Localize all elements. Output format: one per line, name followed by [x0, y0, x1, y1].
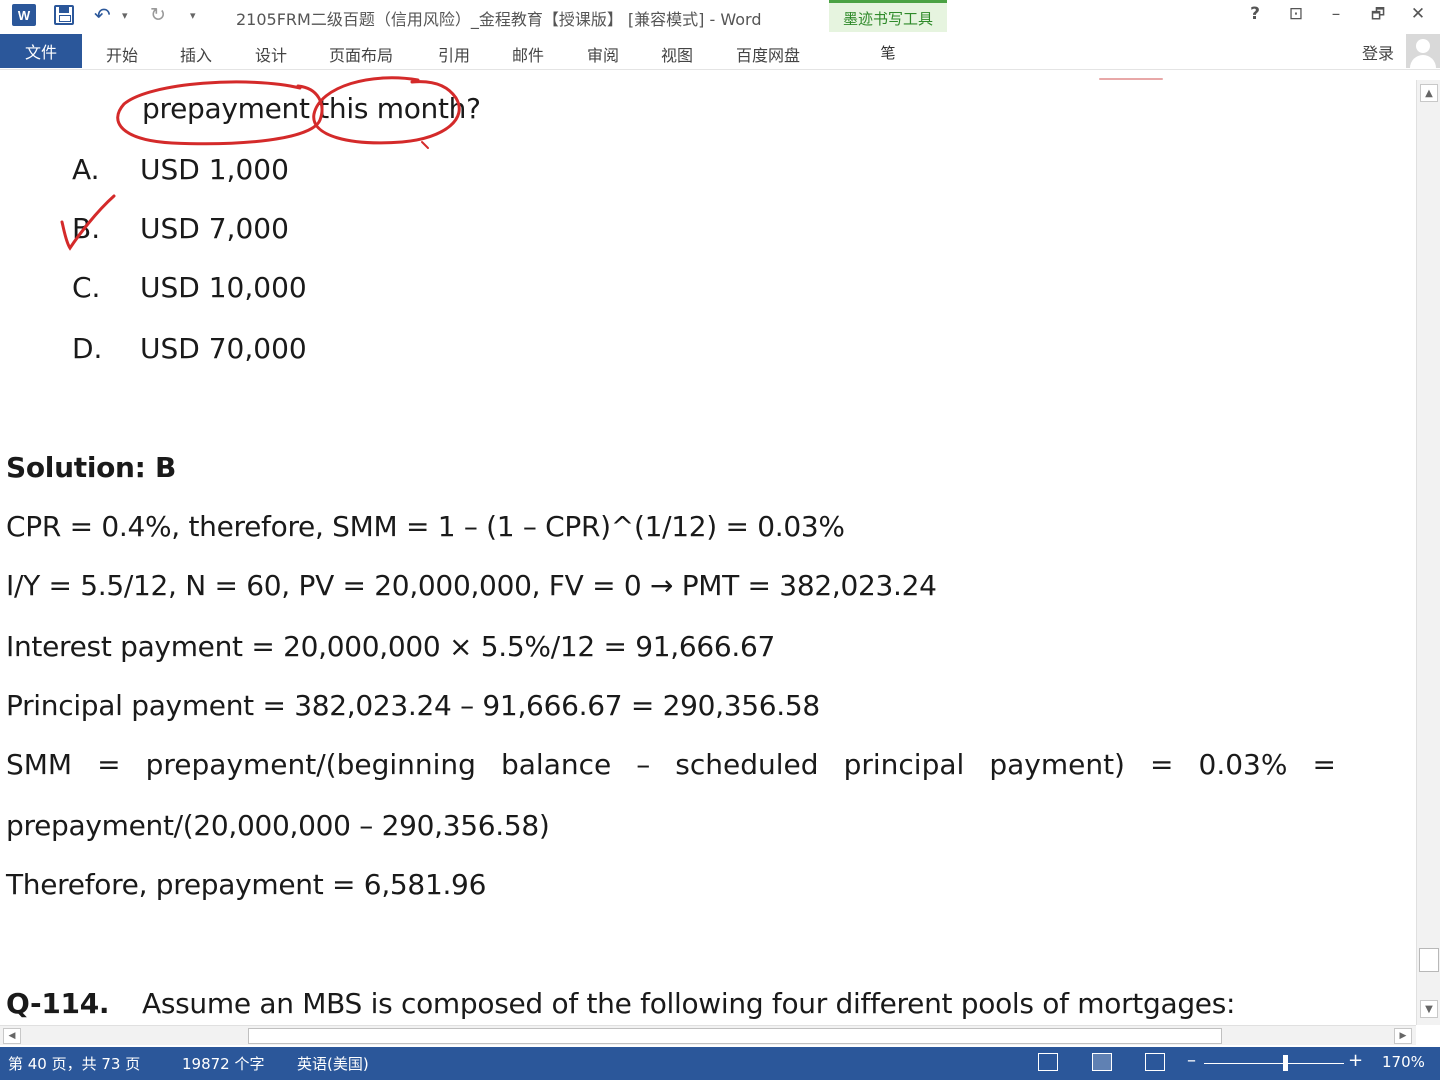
document-page[interactable]: prepayment this month? A. USD 1,000 B. U… [0, 70, 1416, 1025]
option-a-letter: A. [72, 153, 100, 186]
zoom-slider[interactable] [1204, 1063, 1344, 1064]
solution-line-cpr: CPR = 0.4%, therefore, SMM = 1 – (1 – CP… [6, 510, 845, 543]
smm-word: scheduled [675, 748, 819, 781]
smm-word: prepayment/(beginning [145, 748, 476, 781]
option-c-letter: C. [72, 271, 101, 304]
option-d-letter: D. [72, 332, 103, 365]
title-bar: W ↶ ▾ ↻ ▾ 2105FRM二级百题（信用风险）_金程教育【授课版】 [兼… [0, 0, 1440, 69]
ribbon-display-options-icon[interactable]: ⊡ [1281, 4, 1311, 24]
horizontal-scroll-thumb[interactable] [248, 1028, 1222, 1044]
close-icon[interactable]: ✕ [1403, 4, 1433, 24]
tab-baidu-netdisk[interactable]: 百度网盘 [736, 42, 800, 66]
word-count-status[interactable]: 19872 个字 [182, 1053, 265, 1074]
zoom-level[interactable]: 170% [1382, 1053, 1425, 1071]
customize-toolbar-icon[interactable]: ▾ [190, 5, 196, 25]
option-b-letter: B. [72, 212, 101, 245]
ribbon-tab-bar: 文件 开始 插入 设计 页面布局 引用 邮件 审阅 视图 百度网盘 登录 [0, 32, 1440, 70]
window-title: 2105FRM二级百题（信用风险）_金程教育【授课版】 [兼容模式] - Wor… [236, 10, 762, 29]
solution-line-pmt: I/Y = 5.5/12, N = 60, PV = 20,000,000, F… [6, 569, 937, 602]
next-question-label: Q-114. [6, 987, 110, 1020]
solution-line-smm: SMM = prepayment/(beginning balance – sc… [6, 748, 1336, 781]
scroll-right-icon[interactable]: ▶ [1394, 1028, 1412, 1044]
smm-word: = [1150, 748, 1174, 781]
tab-mailings[interactable]: 邮件 [512, 42, 544, 66]
smm-word: = [1312, 748, 1336, 781]
question-tail-text: prepayment this month? [142, 92, 481, 125]
vertical-scroll-thumb[interactable] [1419, 948, 1439, 972]
print-layout-icon[interactable] [1092, 1053, 1112, 1071]
solution-conclusion: Therefore, prepayment = 6,581.96 [6, 868, 487, 901]
help-icon[interactable]: ? [1240, 4, 1270, 24]
ink-stroke-small [421, 141, 429, 149]
option-a-text: USD 1,000 [140, 153, 289, 186]
page-count-status[interactable]: 第 40 页，共 73 页 [8, 1053, 140, 1074]
undo-icon[interactable]: ↶ [94, 3, 111, 27]
tab-references[interactable]: 引用 [438, 42, 470, 66]
zoom-slider-thumb[interactable] [1283, 1055, 1288, 1071]
smm-word: principal [843, 748, 965, 781]
smm-word: 0.03% [1198, 748, 1288, 781]
word-app-icon[interactable]: W [12, 4, 36, 26]
vertical-scrollbar[interactable]: ▲ ▼ [1416, 80, 1440, 1025]
scroll-up-icon[interactable]: ▲ [1420, 84, 1438, 102]
solution-line-smm-continued: prepayment/(20,000,000 – 290,356.58) [6, 809, 550, 842]
ink-tools-label: 墨迹书写工具 [842, 10, 933, 28]
zoom-in-icon[interactable]: + [1348, 1050, 1363, 1071]
next-question-text: Assume an MBS is composed of the followi… [142, 987, 1236, 1020]
horizontal-scrollbar[interactable]: ◀ ▶ [0, 1025, 1416, 1045]
restore-icon[interactable]: 🗗 [1363, 4, 1393, 29]
tab-view[interactable]: 视图 [661, 42, 693, 66]
solution-line-interest: Interest payment = 20,000,000 × 5.5%/12 … [6, 630, 776, 663]
smm-word: SMM [6, 748, 73, 781]
tab-file[interactable]: 文件 [0, 34, 82, 68]
smm-word: = [97, 748, 121, 781]
sign-in-link[interactable]: 登录 [1362, 40, 1394, 64]
tab-page-layout[interactable]: 页面布局 [329, 42, 393, 66]
tab-insert[interactable]: 插入 [180, 42, 212, 66]
language-status[interactable]: 英语(美国) [297, 1053, 369, 1074]
read-mode-icon[interactable] [1038, 1053, 1058, 1071]
tab-pen[interactable]: 笔 [829, 42, 947, 63]
web-layout-icon[interactable] [1145, 1053, 1165, 1071]
save-icon[interactable] [54, 5, 74, 25]
user-avatar[interactable] [1406, 34, 1440, 68]
tab-design[interactable]: 设计 [255, 42, 287, 66]
solution-line-principal: Principal payment = 382,023.24 – 91,666.… [6, 689, 820, 722]
undo-dropdown-icon[interactable]: ▾ [122, 5, 128, 25]
tab-review[interactable]: 审阅 [587, 42, 619, 66]
option-c-text: USD 10,000 [140, 271, 307, 304]
tab-home[interactable]: 开始 [106, 42, 138, 66]
option-b-text: USD 7,000 [140, 212, 289, 245]
option-d-text: USD 70,000 [140, 332, 307, 365]
redo-icon[interactable]: ↻ [150, 4, 166, 26]
smm-word: balance [500, 748, 612, 781]
solution-heading: Solution: B [6, 451, 177, 484]
smm-word: payment) [989, 748, 1125, 781]
zoom-out-icon[interactable]: – [1187, 1050, 1196, 1071]
status-bar: 第 40 页，共 73 页 19872 个字 英语(美国) – + 170% [0, 1047, 1440, 1080]
scroll-down-icon[interactable]: ▼ [1420, 1000, 1438, 1018]
scroll-left-icon[interactable]: ◀ [3, 1028, 21, 1044]
smm-word: – [636, 748, 651, 781]
minimize-icon[interactable]: – [1321, 4, 1351, 24]
